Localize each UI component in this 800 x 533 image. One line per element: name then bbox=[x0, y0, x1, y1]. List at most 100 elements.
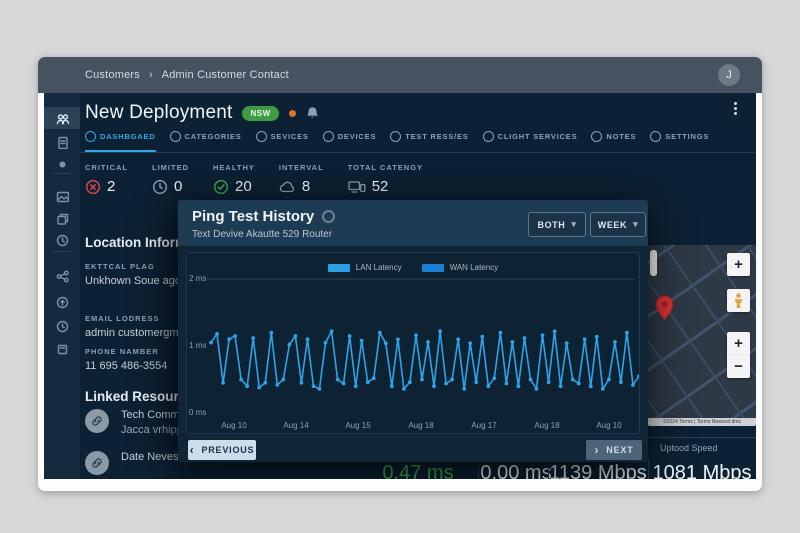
tab-clight-services[interactable]: CLIGHT SERVICES bbox=[482, 131, 578, 150]
ping-test-history-modal: Ping Test History Text Devive Akautte 52… bbox=[178, 200, 648, 462]
field-value: 11 695 486-3554 bbox=[85, 360, 168, 372]
tab-categories[interactable]: CATEGORIES bbox=[169, 131, 242, 150]
more-options-button[interactable] bbox=[728, 102, 742, 120]
map-attribution: ©2024 Terms | Terms Newood dms bbox=[648, 418, 756, 426]
stat-label: INTERVAL bbox=[278, 163, 324, 172]
stat-interval: INTERVAL 8 bbox=[279, 163, 324, 195]
tab-settings[interactable]: SETTINGS bbox=[650, 131, 709, 150]
link-icon bbox=[85, 409, 109, 433]
stat-limited: LIMITED 0 bbox=[152, 163, 189, 195]
x-tick: Aug 10 bbox=[596, 421, 622, 430]
modal-subtitle: Text Devive Akautte 529 Router bbox=[192, 229, 333, 240]
tab-icon bbox=[390, 131, 402, 142]
tab-bar: DASHBGAED CATEGORIES SEVICES DEVICES TEST RE… bbox=[85, 131, 746, 153]
x-tick: Aug 18 bbox=[534, 421, 560, 430]
tab-label: DEVICES bbox=[337, 132, 377, 141]
chart-panel: LAN Latency WAN Latency 2 ms 1 ms 0 ms Aug … bbox=[186, 252, 640, 434]
map-zoom-out-button[interactable]: − bbox=[727, 355, 750, 378]
limited-icon bbox=[152, 179, 168, 195]
tab-label: CATEGORIES bbox=[184, 132, 242, 141]
tab-label: SEVICES bbox=[270, 132, 309, 141]
map-pegman-button[interactable] bbox=[727, 289, 750, 312]
latency-line-chart bbox=[207, 278, 639, 391]
map-zoom-in-button[interactable]: + bbox=[727, 332, 750, 355]
image-icon bbox=[56, 191, 69, 202]
tab-icon bbox=[169, 131, 181, 142]
stat-value: 20 bbox=[235, 178, 252, 195]
stat-value: 52 bbox=[371, 178, 389, 195]
tab-label: CLIGHT SERVICES bbox=[497, 132, 578, 141]
map-zoom-slider[interactable] bbox=[650, 250, 657, 276]
window-header: Customers › Admin Customer Contact J bbox=[38, 57, 762, 93]
page-title: New Deployment bbox=[85, 102, 233, 123]
x-tick: Aug 17 bbox=[471, 421, 497, 430]
tab-test-ress-es[interactable]: TEST RESS/ES bbox=[390, 131, 468, 150]
metric-divider bbox=[648, 459, 649, 479]
map-panel[interactable]: + + − ©2024 Terms | Terms Newood dms bbox=[648, 245, 756, 426]
stat-label: TOTAL CATENGY bbox=[347, 163, 424, 172]
status-badge: NSW bbox=[242, 105, 279, 121]
linked-resource-item[interactable]: Date Neves bbox=[85, 451, 178, 475]
tab-notes[interactable]: NOTES bbox=[591, 131, 636, 150]
sidebar-item-history[interactable] bbox=[44, 315, 80, 337]
breadcrumb-customers[interactable]: Customers bbox=[85, 69, 140, 81]
map-pin-icon bbox=[654, 295, 675, 322]
media-icon bbox=[59, 161, 65, 167]
tab-icon bbox=[591, 131, 603, 142]
stat-label: LIMITED bbox=[152, 163, 189, 172]
clock-icon bbox=[56, 234, 68, 246]
sidebar-item-archive[interactable] bbox=[44, 338, 80, 360]
upload-icon bbox=[56, 296, 68, 308]
stat-label: HEALTHY bbox=[213, 163, 255, 172]
tab-icon bbox=[255, 131, 267, 142]
sidebar-divider bbox=[53, 251, 71, 252]
chevron-down-icon: ▾ bbox=[571, 219, 577, 229]
status-circle-icon bbox=[322, 210, 336, 223]
page-header: New Deployment NSW bbox=[85, 99, 319, 127]
critical-icon bbox=[85, 179, 101, 195]
field-label: PHONE NAMBER bbox=[85, 347, 159, 356]
sidebar-item-share[interactable] bbox=[44, 265, 80, 287]
stat-healthy: HEALTHY 20 bbox=[213, 163, 255, 195]
sidebar-item-media[interactable] bbox=[44, 153, 80, 175]
user-avatar[interactable]: J bbox=[718, 64, 740, 86]
alert-dot bbox=[288, 109, 296, 117]
sidebar-item-layers[interactable] bbox=[44, 207, 80, 229]
linked-resource-item[interactable]: Tech Comme Jacca vrhippl bbox=[85, 409, 186, 436]
layers-icon bbox=[56, 213, 68, 225]
sidebar-item-image[interactable] bbox=[44, 185, 80, 207]
sidebar-item-users[interactable] bbox=[44, 107, 80, 129]
map-divider bbox=[648, 437, 756, 438]
y-tick: 2 ms bbox=[189, 274, 207, 283]
sidebar-item-file[interactable] bbox=[44, 131, 80, 153]
stat-critical: CRITICAL 2 bbox=[85, 163, 128, 195]
previous-button[interactable]: ‹ PREVIOUS bbox=[188, 440, 256, 460]
interval-icon bbox=[279, 180, 296, 194]
tab-label: SETTINGS bbox=[665, 132, 710, 141]
tab-label: TEST RESS/ES bbox=[405, 132, 469, 141]
archive-icon bbox=[57, 344, 67, 354]
tab-devices[interactable]: DEVICES bbox=[322, 131, 377, 150]
x-tick: Aug 14 bbox=[283, 421, 309, 430]
sidebar-item-upload[interactable] bbox=[44, 291, 80, 313]
tab-icon bbox=[650, 131, 662, 142]
map-fullscreen-button[interactable]: + bbox=[727, 253, 750, 276]
filter-week-dropdown[interactable]: WEEK ▾ bbox=[590, 212, 646, 237]
tab-label: NOTES bbox=[606, 132, 637, 141]
link-icon bbox=[85, 451, 109, 475]
sidebar-nav bbox=[44, 93, 80, 479]
filter-both-dropdown[interactable]: BOTH ▾ bbox=[528, 212, 586, 237]
devices-icon bbox=[348, 180, 366, 194]
bell-icon[interactable] bbox=[306, 106, 319, 120]
stat-value: 2 bbox=[107, 178, 116, 195]
sidebar-item-clock[interactable] bbox=[44, 229, 80, 251]
tab-sevices[interactable]: SEVICES bbox=[255, 131, 309, 150]
users-icon bbox=[56, 113, 69, 124]
tab-dashbgaed[interactable]: DASHBGAED bbox=[85, 131, 156, 153]
x-tick: Aug 15 bbox=[345, 421, 371, 430]
next-button[interactable]: › NEXT bbox=[586, 440, 642, 460]
app-window: Customers › Admin Customer Contact J New… bbox=[38, 57, 762, 491]
tab-icon bbox=[482, 131, 494, 142]
tabs-divider bbox=[80, 152, 756, 153]
stat-total-catengy: TOTAL CATENGY 52 bbox=[348, 163, 423, 195]
